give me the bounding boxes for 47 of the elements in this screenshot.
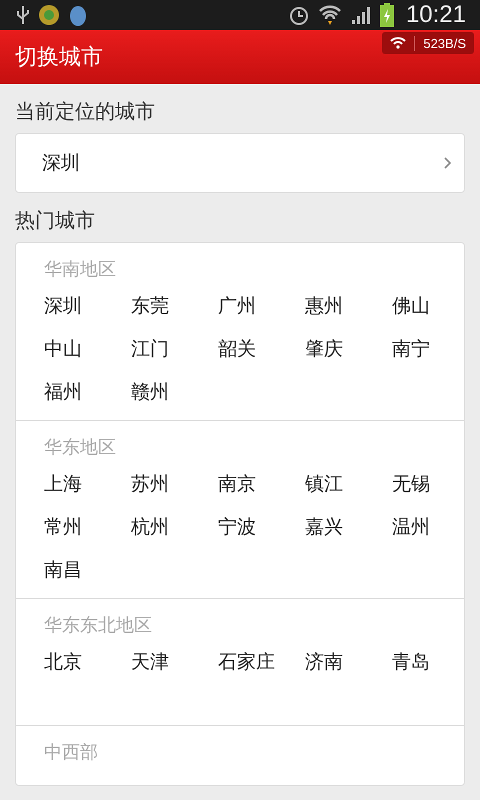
app-icon — [68, 4, 88, 26]
city-item[interactable]: 佛山 — [392, 285, 464, 328]
app-icon — [38, 4, 60, 26]
region-name: 华东地区 — [44, 436, 117, 460]
city-item[interactable]: 嘉兴 — [305, 506, 392, 549]
wifi-icon — [390, 37, 406, 49]
city-item[interactable]: 温州 — [392, 506, 464, 549]
city-item[interactable]: 深圳 — [44, 285, 131, 328]
signal-icon — [350, 5, 372, 25]
city-item[interactable]: 赣州 — [131, 371, 218, 414]
city-item[interactable]: 南昌 — [44, 549, 131, 592]
current-city-item[interactable]: 深圳 — [15, 133, 465, 193]
city-item[interactable]: 常州 — [44, 506, 131, 549]
city-item[interactable]: 南京 — [218, 463, 305, 506]
city-item[interactable]: 江门 — [131, 328, 218, 371]
city-item[interactable]: 韶关 — [218, 328, 305, 371]
chevron-icon — [444, 157, 452, 169]
battery-icon — [380, 3, 394, 27]
clock-time: 10:21 — [406, 1, 466, 29]
region-name: 华南地区 — [44, 258, 117, 282]
city-item[interactable]: 福州 — [44, 371, 131, 414]
city-item[interactable]: 济南 — [305, 641, 392, 684]
city-item[interactable]: 肇庆 — [305, 328, 392, 371]
section-title: 当前定位的城市 — [15, 98, 156, 125]
city-item[interactable]: 天津 — [131, 641, 218, 684]
city-item[interactable]: 无锡 — [392, 463, 464, 506]
city-item[interactable]: 北京 — [44, 641, 131, 684]
city-item[interactable]: 上海 — [44, 463, 131, 506]
city-item[interactable]: 广州 — [218, 285, 305, 328]
page-title: 切换城市 — [15, 44, 103, 72]
city-item[interactable]: 青岛 — [392, 641, 464, 684]
city-item[interactable]: 杭州 — [131, 506, 218, 549]
net-speed-text: 523B/S — [414, 36, 466, 50]
wifi-icon — [318, 4, 342, 26]
city-item[interactable]: 镇江 — [305, 463, 392, 506]
region-name: 中西部 — [44, 741, 99, 765]
region-name: 华东东北地区 — [44, 614, 153, 638]
city-item[interactable]: 石家庄 — [218, 641, 305, 684]
city-item[interactable]: 惠州 — [305, 285, 392, 328]
alarm-icon — [288, 4, 310, 26]
city-item[interactable]: 东莞 — [131, 285, 218, 328]
city-item[interactable]: 宁波 — [218, 506, 305, 549]
city-item[interactable]: 苏州 — [131, 463, 218, 506]
city-item[interactable]: 中山 — [44, 328, 131, 371]
usb-icon — [16, 5, 30, 25]
section-title: 热门城市 — [15, 207, 96, 234]
city-item[interactable]: 南宁 — [392, 328, 464, 371]
